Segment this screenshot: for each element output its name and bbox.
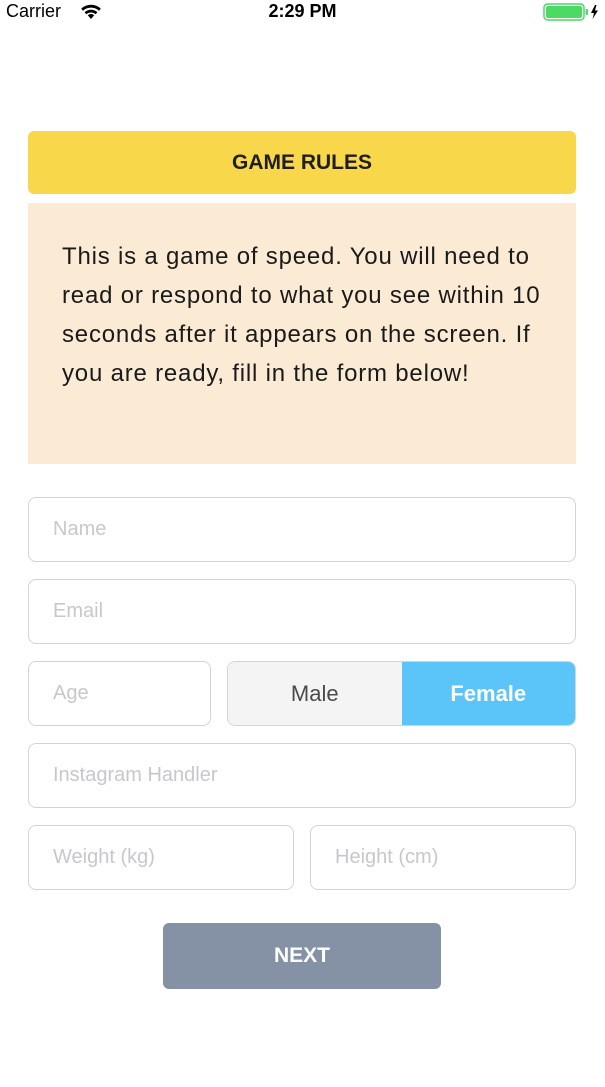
name-field[interactable]: Name [28,497,576,562]
weight-field[interactable]: Weight (kg) [28,825,294,890]
gender-selector: Male Female [227,661,576,726]
email-field[interactable]: Email [28,579,576,644]
height-field[interactable]: Height (cm) [310,825,576,890]
gender-option-female[interactable]: Female [401,662,575,725]
rules-text: This is a game of speed. You will need t… [28,203,576,464]
rules-title: GAME RULES [28,131,576,194]
battery-charging-icon [543,3,598,21]
instagram-field[interactable]: Instagram Handler [28,743,576,808]
clock: 2:29 PM [268,1,337,21]
status-bar: Carrier 2:29 PM [0,0,605,26]
age-field[interactable]: Age [28,661,211,726]
gender-option-male[interactable]: Male [228,662,402,725]
next-button[interactable]: NEXT [163,923,441,989]
